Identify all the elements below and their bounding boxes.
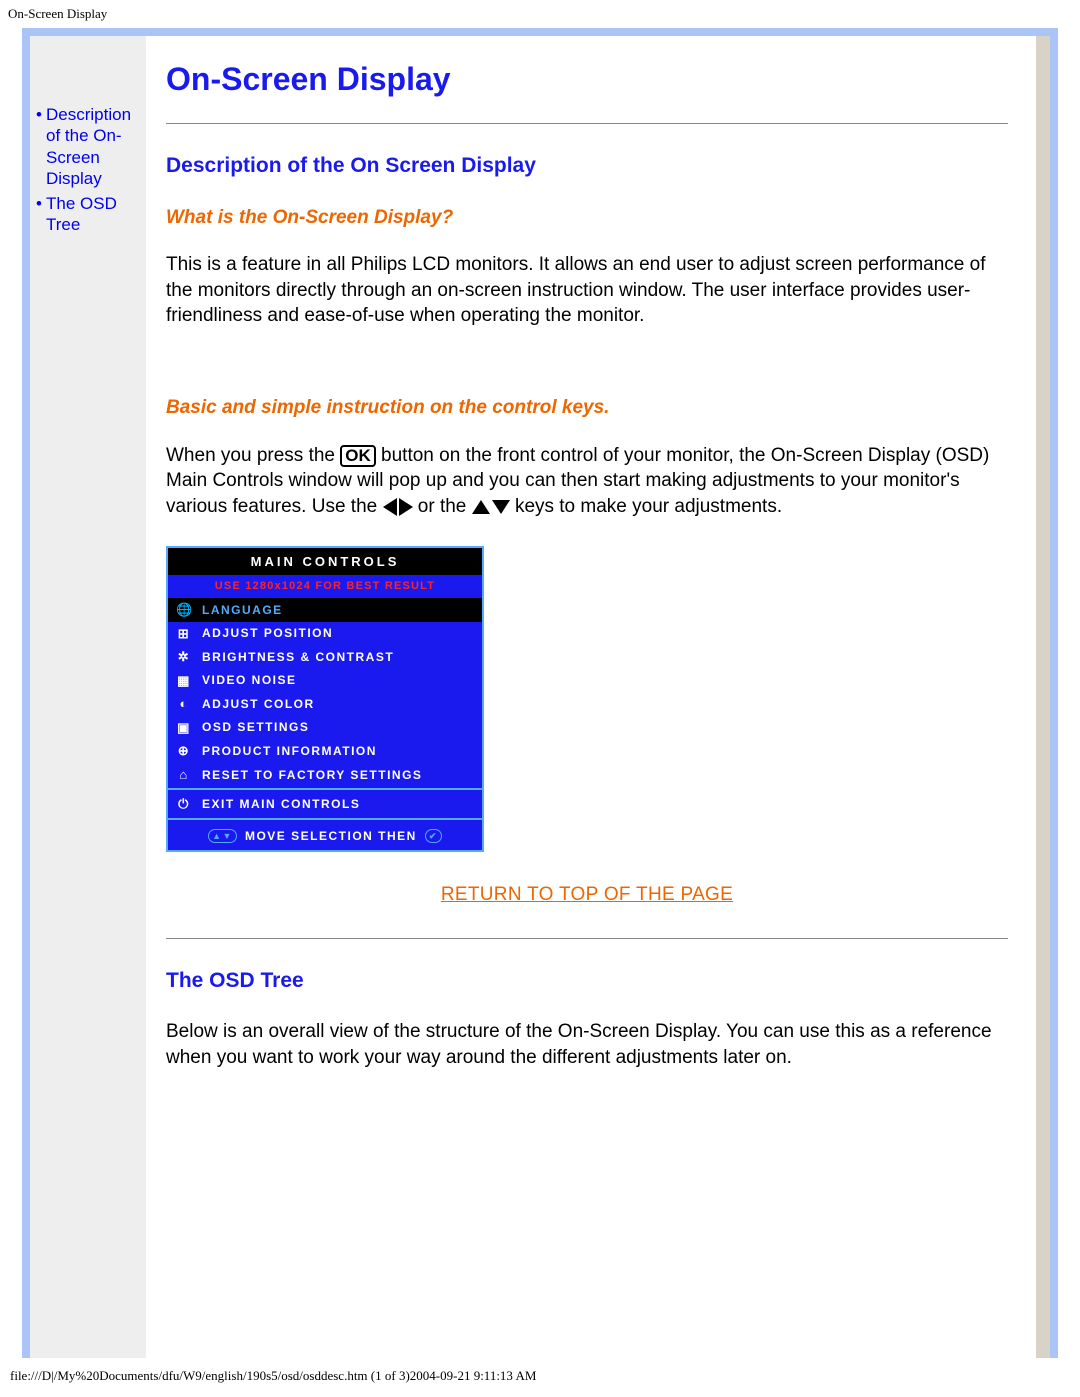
return-to-top-link[interactable]: RETURN TO TOP OF THE PAGE <box>166 882 1008 908</box>
osd-footer: ▲▼ MOVE SELECTION THEN ✔ <box>168 822 482 850</box>
osd-item-label: LANGUAGE <box>202 602 283 618</box>
subheading-basic-instruction: Basic and simple instruction on the cont… <box>166 395 1008 421</box>
osd-item-label: VIDEO NOISE <box>202 672 297 688</box>
ok-button-icon: OK <box>340 445 376 467</box>
sidebar-link-description[interactable]: Description of the On-Screen Display <box>46 104 140 189</box>
paragraph-osd-tree: Below is an overall view of the structur… <box>166 1019 1008 1070</box>
section-heading-osd-tree: The OSD Tree <box>166 967 1008 995</box>
divider <box>166 938 1008 939</box>
osd-separator <box>168 818 482 820</box>
settings-icon: ▣ <box>176 719 192 737</box>
footer-file-path: file:///D|/My%20Documents/dfu/W9/english… <box>0 1358 1080 1394</box>
inner-frame: • Description of the On-Screen Display •… <box>30 36 1050 1358</box>
paragraph-instruction: When you press the OK button on the fron… <box>166 443 1008 520</box>
scrollbar[interactable] <box>1036 36 1050 1358</box>
osd-item-exit: ⏻ EXIT MAIN CONTROLS <box>168 792 482 816</box>
exit-icon: ⏻ <box>176 795 192 813</box>
sidebar: • Description of the On-Screen Display •… <box>30 36 146 1358</box>
main-content: On-Screen Display Description of the On … <box>146 36 1036 1358</box>
page-title: On-Screen Display <box>166 58 1008 101</box>
paragraph-what-is: This is a feature in all Philips LCD mon… <box>166 252 1008 329</box>
text-fragment: keys to make your adjustments. <box>515 496 782 517</box>
updown-badge-icon: ▲▼ <box>208 829 237 843</box>
osd-item-label: OSD SETTINGS <box>202 719 309 735</box>
divider <box>166 123 1008 124</box>
osd-item-label: BRIGHTNESS & CONTRAST <box>202 649 394 665</box>
osd-item-product-info: ⊕ PRODUCT INFORMATION <box>168 739 482 763</box>
osd-item-label: PRODUCT INFORMATION <box>202 743 377 759</box>
sidebar-link-osd-tree[interactable]: The OSD Tree <box>46 193 140 236</box>
bullet-icon: • <box>36 193 46 236</box>
osd-resolution-warning: USE 1280x1024 FOR BEST RESULT <box>168 575 482 598</box>
osd-item-label: ADJUST COLOR <box>202 696 315 712</box>
bullet-icon: • <box>36 104 46 189</box>
osd-item-label: EXIT MAIN CONTROLS <box>202 796 360 812</box>
info-icon: ⊕ <box>176 742 192 760</box>
outer-frame: • Description of the On-Screen Display •… <box>22 28 1058 1358</box>
osd-screenshot: MAIN CONTROLS USE 1280x1024 FOR BEST RES… <box>166 546 484 853</box>
ok-badge-icon: ✔ <box>425 829 442 843</box>
language-icon: 🌐 <box>176 601 192 619</box>
osd-item-reset: ⌂ RESET TO FACTORY SETTINGS <box>168 763 482 787</box>
browser-title: On-Screen Display <box>0 0 1080 28</box>
brightness-icon: ✲ <box>176 648 192 666</box>
position-icon: ⊞ <box>176 625 192 643</box>
noise-icon: ▦ <box>176 672 192 690</box>
osd-footer-label: MOVE SELECTION THEN <box>245 828 417 844</box>
color-icon: ◐ <box>176 695 192 713</box>
reset-icon: ⌂ <box>176 766 192 784</box>
osd-item-language: 🌐 LANGUAGE <box>168 598 482 622</box>
osd-item-adjust-position: ⊞ ADJUST POSITION <box>168 622 482 646</box>
osd-item-brightness: ✲ BRIGHTNESS & CONTRAST <box>168 645 482 669</box>
osd-title: MAIN CONTROLS <box>168 548 482 576</box>
osd-item-label: RESET TO FACTORY SETTINGS <box>202 767 422 783</box>
osd-item-video-noise: ▦ VIDEO NOISE <box>168 669 482 693</box>
osd-item-adjust-color: ◐ ADJUST COLOR <box>168 692 482 716</box>
left-right-arrows-icon <box>383 498 413 516</box>
section-heading-description: Description of the On Screen Display <box>166 152 1008 180</box>
up-down-arrows-icon <box>472 500 510 514</box>
osd-separator <box>168 788 482 790</box>
osd-item-label: ADJUST POSITION <box>202 625 333 641</box>
text-fragment: or the <box>418 496 472 517</box>
osd-item-osd-settings: ▣ OSD SETTINGS <box>168 716 482 740</box>
text-fragment: When you press the <box>166 445 340 466</box>
subheading-what-is: What is the On-Screen Display? <box>166 205 1008 231</box>
